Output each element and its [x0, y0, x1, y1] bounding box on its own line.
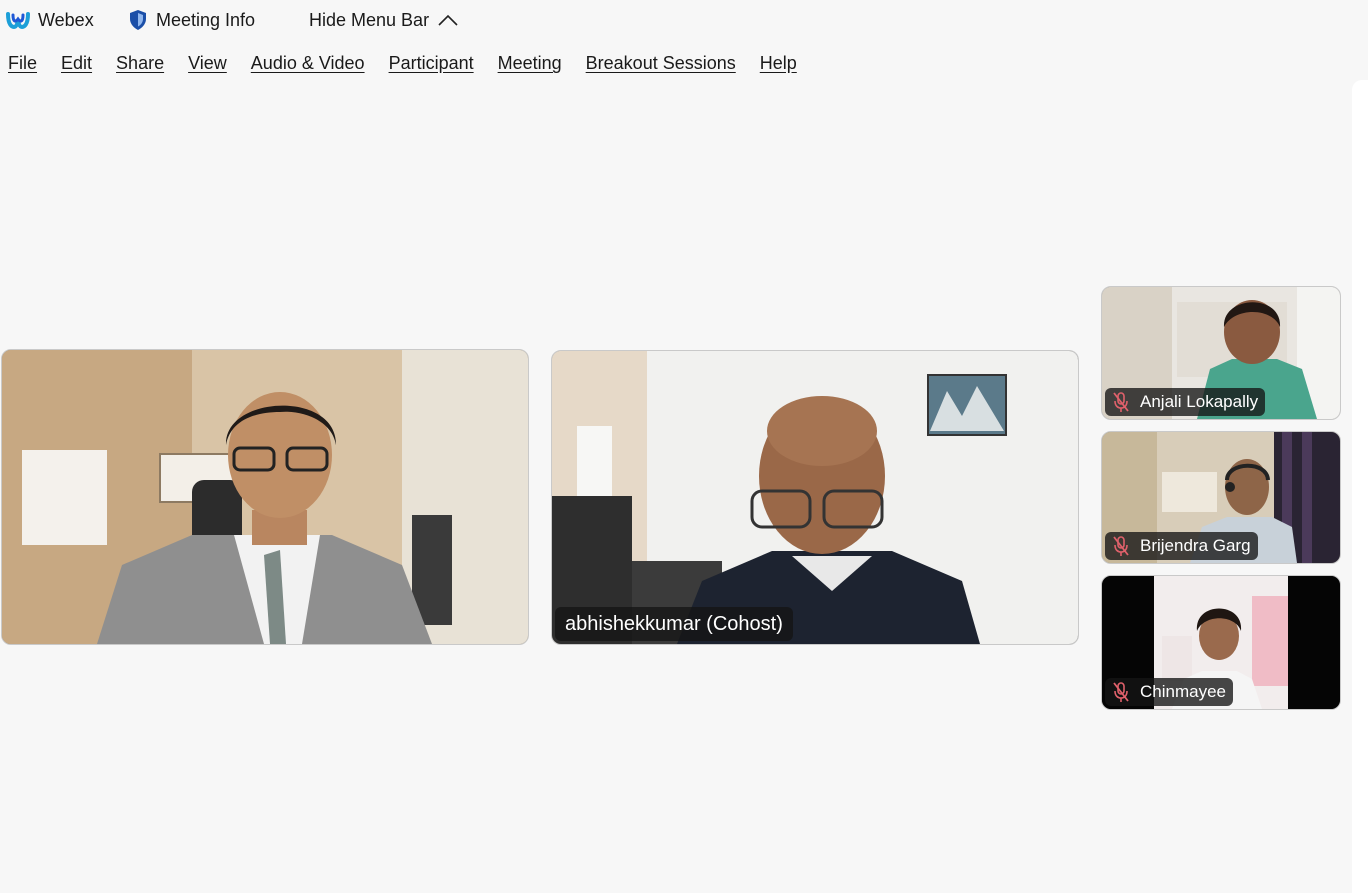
video-thumbnail-brijendra[interactable]: Brijendra Garg: [1101, 431, 1341, 564]
chevron-up-icon: [438, 14, 458, 26]
stage-panel-edge: [1352, 80, 1368, 893]
menu-audio-video[interactable]: Audio & Video: [251, 50, 365, 76]
app-name: Webex: [38, 9, 94, 30]
hide-menu-bar-button[interactable]: Hide Menu Bar: [309, 8, 458, 32]
participant-video-feed: [552, 351, 1078, 644]
menu-file[interactable]: File: [8, 50, 37, 76]
video-thumbnail-chinmayee[interactable]: Chinmayee: [1101, 575, 1341, 710]
participant-name-label: Anjali Lokapally: [1105, 388, 1266, 416]
title-bar: Webex Meeting Info Hide Menu Bar: [0, 0, 1368, 40]
participant-name-label: Chinmayee: [1105, 678, 1233, 706]
participant-name-label: Brijendra Garg: [1105, 532, 1258, 560]
menu-view[interactable]: View: [188, 50, 227, 76]
video-thumbnail-anjali[interactable]: Anjali Lokapally: [1101, 286, 1341, 420]
meeting-info-button[interactable]: Meeting Info: [128, 8, 255, 32]
menu-breakout-sessions[interactable]: Breakout Sessions: [586, 50, 736, 76]
menu-participant[interactable]: Participant: [389, 50, 474, 76]
menu-edit[interactable]: Edit: [61, 50, 92, 76]
shield-icon: [130, 10, 146, 30]
participant-name-label: abhishekkumar (Cohost): [555, 607, 793, 641]
menu-bar: File Edit Share View Audio & Video Parti…: [0, 50, 813, 76]
meeting-info-label: Meeting Info: [156, 9, 256, 30]
video-tile-participant-1[interactable]: [1, 349, 529, 645]
participant-video-feed: [2, 350, 528, 644]
webex-app-menu[interactable]: Webex: [6, 8, 94, 32]
menu-meeting[interactable]: Meeting: [498, 50, 562, 76]
menu-share[interactable]: Share: [116, 50, 164, 76]
hide-menu-bar-label: Hide Menu Bar: [309, 9, 430, 30]
menu-help[interactable]: Help: [760, 50, 797, 76]
microphone-muted-icon: [1113, 682, 1129, 702]
microphone-muted-icon: [1113, 392, 1129, 412]
webex-logo-icon: [6, 12, 30, 29]
video-tile-cohost[interactable]: abhishekkumar (Cohost): [551, 350, 1079, 645]
microphone-muted-icon: [1113, 536, 1129, 556]
